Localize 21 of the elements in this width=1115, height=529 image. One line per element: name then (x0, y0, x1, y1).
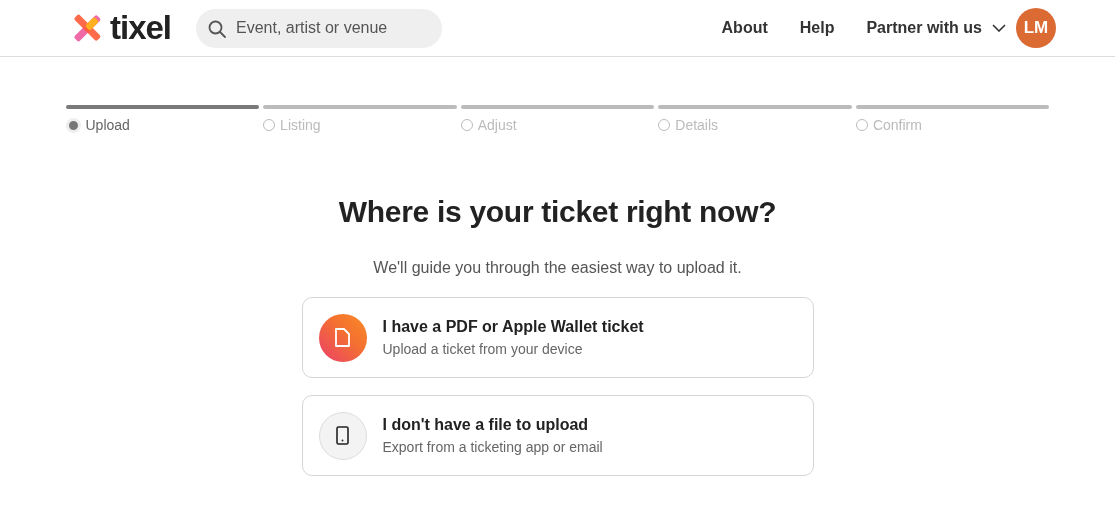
step-label: Adjust (477, 117, 517, 133)
step-label: Confirm (872, 117, 922, 133)
step-label: Upload (85, 117, 130, 133)
step-label: Details (675, 117, 719, 133)
page-subtitle: We'll guide you through the easiest way to upload it. (373, 259, 742, 277)
nav-link[interactable]: Help (799, 19, 835, 37)
document-icon (334, 328, 351, 347)
option-card[interactable]: I don't have a file to upload Export from a ticketing app or email (301, 395, 814, 476)
partner-menu[interactable]: Partner with us (866, 19, 1006, 37)
step-label: Listing (280, 117, 321, 133)
option-title: I have a PDF or Apple Wallet ticket (382, 318, 644, 336)
option-description: Export from a ticketing app or email (382, 439, 603, 455)
nav-link[interactable]: About (721, 19, 768, 37)
option-card[interactable]: I have a PDF or Apple Wallet ticket Upload a ticket from your device (301, 297, 814, 378)
phone-icon (334, 426, 351, 445)
option-description: Upload a ticket from your device (382, 341, 584, 357)
option-title: I don't have a file to upload (382, 416, 590, 434)
logo-text[interactable]: tixel (110, 9, 172, 47)
search-field[interactable]: Event, artist or venue (196, 8, 443, 48)
page-title: Where is your ticket right now? (338, 195, 777, 229)
chevron-down-icon (992, 24, 1006, 32)
